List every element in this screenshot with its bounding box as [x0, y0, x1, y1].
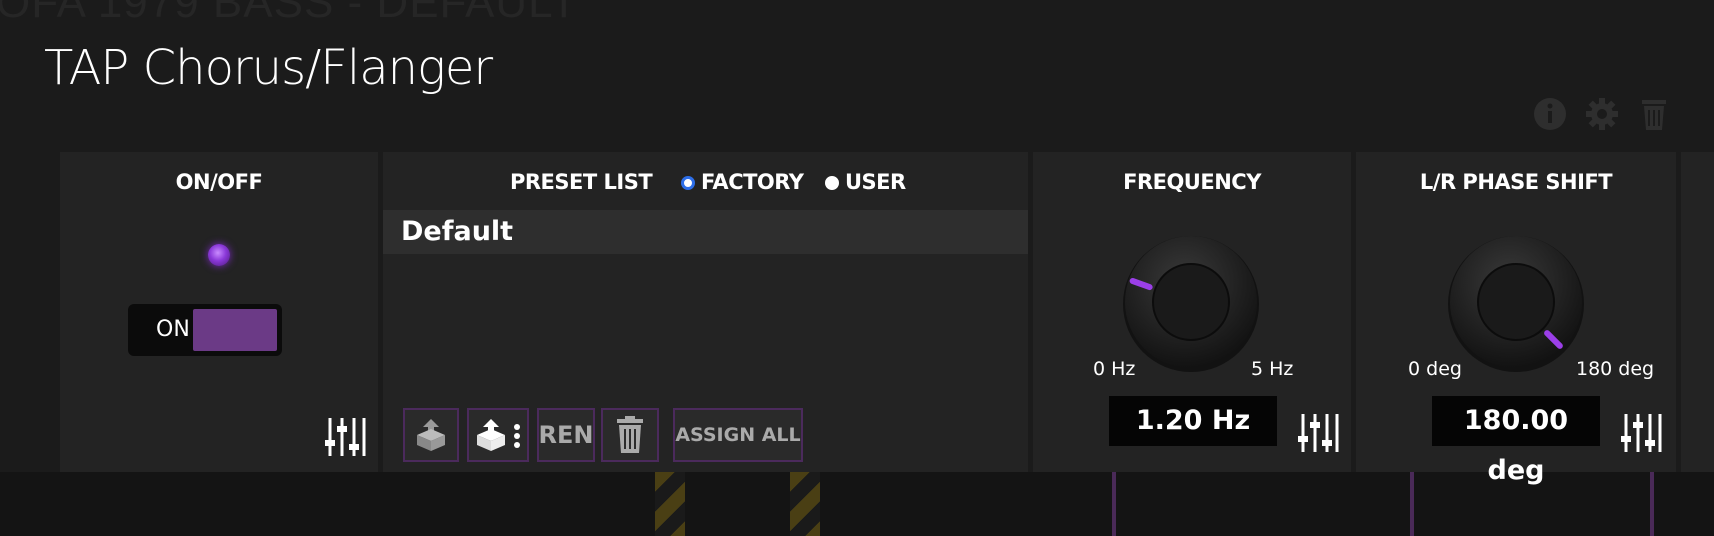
trash-icon[interactable]: [1636, 96, 1672, 132]
gear-icon[interactable]: [1584, 96, 1620, 132]
patch-cable: [1112, 472, 1116, 536]
radio-selected-icon: [681, 176, 695, 190]
save-as-icon: [477, 419, 520, 451]
preset-list-label: PRESET LIST: [510, 170, 653, 194]
frequency-max-label: 5 Hz: [1251, 358, 1294, 380]
hazard-stripe: [790, 472, 820, 536]
frequency-value[interactable]: 1.20 Hz: [1109, 396, 1277, 446]
onoff-toggle[interactable]: ON: [128, 304, 282, 356]
sliders-icon[interactable]: [322, 414, 368, 460]
factory-label: FACTORY: [701, 170, 804, 194]
phase-max-label: 180 deg: [1576, 358, 1655, 380]
onoff-panel: ON/OFF ON: [60, 152, 378, 472]
rename-preset-button[interactable]: REN: [537, 408, 595, 462]
onoff-label: ON/OFF: [175, 170, 263, 194]
sliders-icon[interactable]: [1295, 410, 1341, 456]
frequency-min-label: 0 Hz: [1093, 358, 1136, 380]
save-box-icon: [417, 419, 445, 451]
assign-all-button[interactable]: ASSIGN ALL: [673, 408, 803, 462]
phase-value[interactable]: 180.00 deg: [1432, 396, 1600, 486]
user-radio[interactable]: USER: [825, 170, 906, 194]
frequency-label: FREQUENCY: [1123, 170, 1261, 194]
header-icons: [1532, 96, 1672, 132]
info-icon[interactable]: [1532, 96, 1568, 132]
save-preset-button[interactable]: [403, 408, 459, 462]
frequency-panel: FREQUENCY 0 Hz 5 Hz 1.20 Hz: [1033, 152, 1351, 472]
radio-unselected-icon: [825, 176, 839, 190]
frequency-knob[interactable]: [1121, 232, 1261, 372]
trash-icon: [617, 416, 643, 453]
delete-preset-button[interactable]: [601, 408, 659, 462]
phase-knob[interactable]: [1446, 232, 1586, 372]
phase-min-label: 0 deg: [1408, 358, 1462, 380]
phase-label: L/R PHASE SHIFT: [1419, 170, 1613, 194]
patch-cable: [1410, 472, 1414, 536]
preset-item-default[interactable]: Default: [383, 210, 1028, 254]
next-panel-partial: [1681, 152, 1714, 472]
factory-radio[interactable]: FACTORY: [681, 170, 804, 194]
pedalboard-background: [0, 472, 1714, 536]
sliders-icon[interactable]: [1618, 410, 1664, 456]
background-pedalboard-title: OFA 1979 BASS - DEFAULT: [0, 0, 579, 27]
patch-cable: [1650, 472, 1654, 536]
hazard-stripe: [655, 472, 685, 536]
toggle-knob: [193, 309, 277, 351]
preset-panel: PRESET LIST FACTORY USER Default REN ASS…: [383, 152, 1028, 472]
status-led: [208, 244, 230, 266]
plugin-title: TAP Chorus/Flanger: [44, 40, 493, 96]
save-as-preset-button[interactable]: [467, 408, 529, 462]
toggle-label: ON: [156, 317, 190, 342]
user-label: USER: [845, 170, 906, 194]
phase-panel: L/R PHASE SHIFT 0 deg 180 deg 180.00 deg: [1356, 152, 1676, 486]
